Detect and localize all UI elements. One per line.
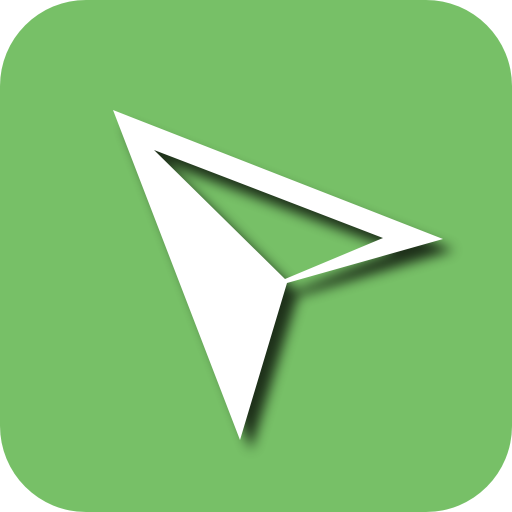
arrow-glyph [113,110,443,440]
navigation-arrow-icon [113,110,454,450]
app-icon[interactable] [0,0,512,512]
